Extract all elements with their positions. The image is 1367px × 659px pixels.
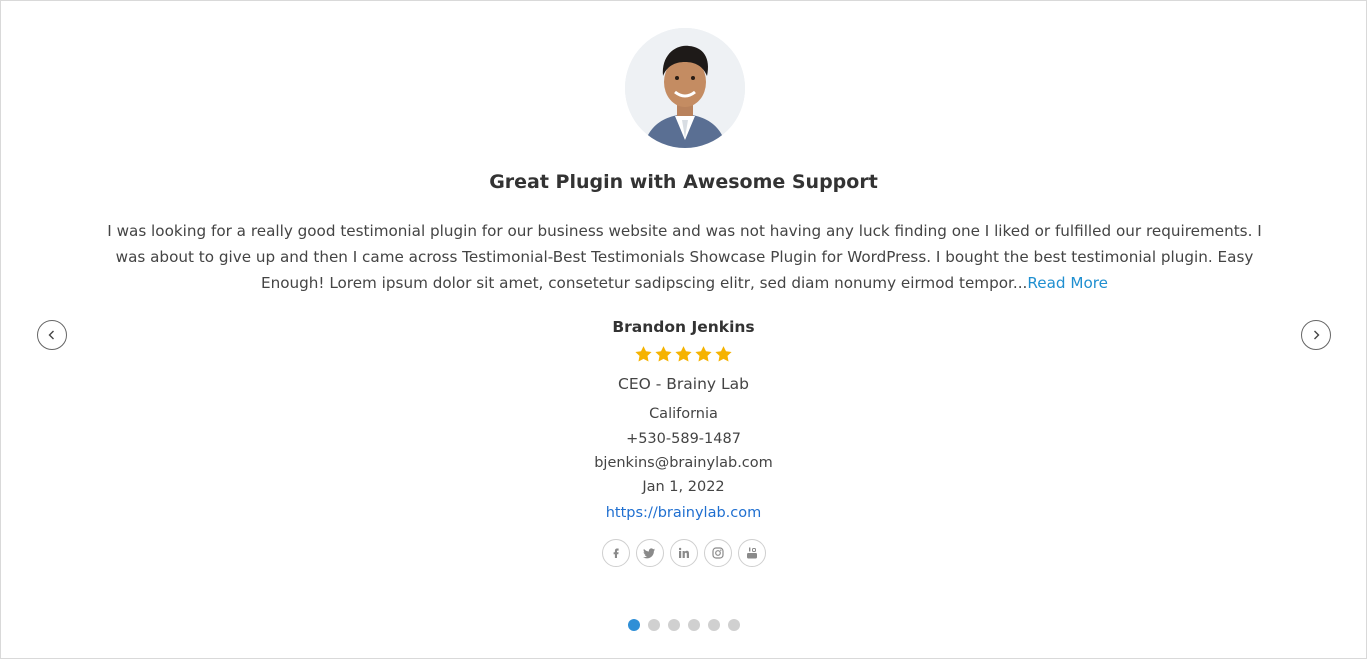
linkedin-icon[interactable] xyxy=(669,539,698,567)
star-icon xyxy=(655,346,672,362)
social-links xyxy=(1,539,1366,567)
pagination-dot[interactable] xyxy=(627,619,640,631)
star-icon xyxy=(695,346,712,362)
read-more-link[interactable]: Read More xyxy=(1027,274,1108,292)
rating-stars xyxy=(1,345,1366,364)
pagination-dot[interactable] xyxy=(707,619,720,631)
testimonial-slider: Great Plugin with Awesome Support I was … xyxy=(0,0,1367,659)
star-icon xyxy=(675,346,692,362)
reviewer-avatar xyxy=(625,28,745,148)
pagination-dot[interactable] xyxy=(667,619,680,631)
star-icon xyxy=(715,346,732,362)
reviewer-website: https://brainylab.com xyxy=(1,505,1366,521)
reviewer-location: California xyxy=(649,406,718,422)
facebook-icon[interactable] xyxy=(601,539,630,567)
youtube-icon[interactable] xyxy=(737,539,766,567)
reviewer-email: bjenkins@brainylab.com xyxy=(594,455,773,471)
testimonial-date: Jan 1, 2022 xyxy=(642,479,725,495)
reviewer-phone: +530-589-1487 xyxy=(626,431,741,447)
pagination-dot[interactable] xyxy=(687,619,700,631)
reviewer-name: Brandon Jenkins xyxy=(612,318,755,336)
star-icon xyxy=(635,346,652,362)
pagination-dot[interactable] xyxy=(647,619,660,631)
pagination-dots xyxy=(1,619,1366,631)
testimonial-title: Great Plugin with Awesome Support xyxy=(489,171,878,193)
twitter-icon[interactable] xyxy=(635,539,664,567)
testimonial-content: I was looking for a really good testimon… xyxy=(101,218,1268,296)
instagram-icon[interactable] xyxy=(703,539,732,567)
reviewer-designation: CEO - Brainy Lab xyxy=(618,375,749,393)
website-link[interactable]: https://brainylab.com xyxy=(606,505,762,521)
pagination-dot[interactable] xyxy=(727,619,740,631)
